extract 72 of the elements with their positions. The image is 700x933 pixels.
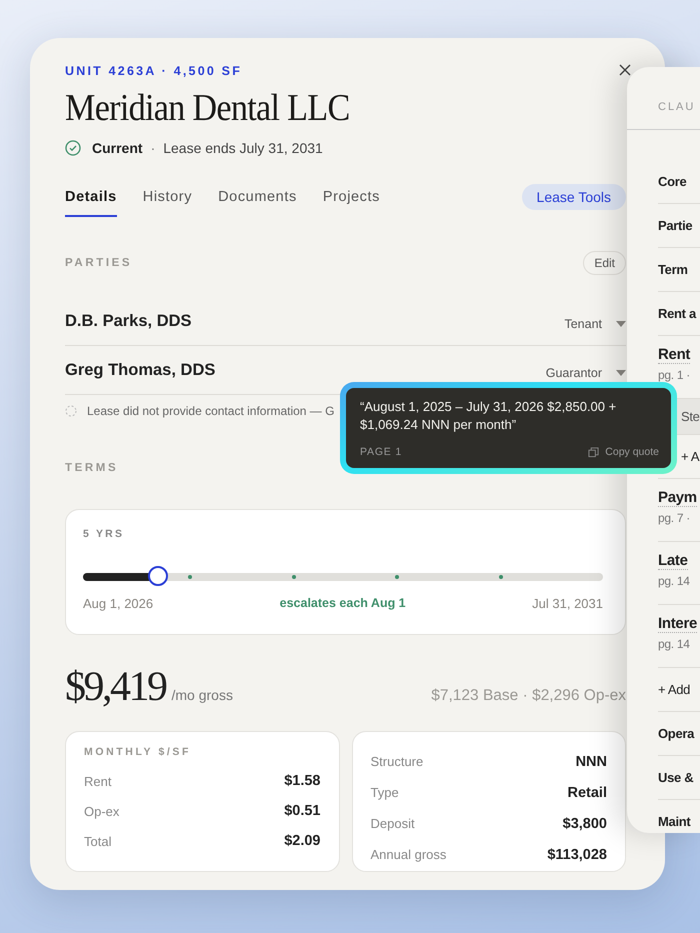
lease-tools-button[interactable]: Lease Tools (522, 184, 626, 210)
escalation-marker (499, 575, 504, 579)
copy-quote-button[interactable]: Copy quote (588, 446, 659, 458)
row-label: Type (370, 785, 399, 800)
row-value: $2.09 (284, 833, 320, 849)
escalation-text: escalates each Aug 1 (280, 596, 406, 611)
tab[interactable]: Projects (322, 181, 380, 217)
escalation-marker (395, 575, 400, 579)
unit-label: UNIT 4263A · 4,500 SF (65, 64, 242, 78)
row-label: Rent (84, 774, 112, 788)
page-reference: pg. 1 · (658, 368, 691, 382)
clause-item[interactable]: Partie (658, 204, 700, 248)
clause-item[interactable]: Term (658, 248, 700, 292)
clause-item[interactable]: Use & (658, 756, 700, 800)
row-label: Deposit (370, 816, 415, 831)
status-text: Current (92, 140, 143, 156)
close-icon[interactable] (619, 64, 631, 76)
rent-unit: /mo gross (172, 687, 233, 703)
copy-icon (588, 446, 600, 458)
page-reference: pg. 14 (658, 637, 691, 651)
card-heading: MONTHLY $/SF (84, 746, 192, 758)
clause-item[interactable]: Maint (658, 800, 700, 833)
role-dropdown[interactable]: Tenant (564, 311, 626, 331)
clause-item[interactable]: Core (658, 160, 700, 204)
rent-breakdown: $7,123 Base · $2,296 Op-ex (431, 687, 626, 705)
start-date: Aug 1, 2026 (83, 596, 154, 611)
row-label: Total (84, 834, 112, 848)
row-value: Retail (568, 784, 607, 800)
row-value: NNN (576, 754, 607, 770)
tenant-title: Meridian Dental LLC (65, 86, 351, 130)
row-value: $1.58 (284, 773, 320, 789)
caret-icon (616, 370, 626, 376)
caret-icon (616, 321, 626, 327)
clause-title[interactable]: Late (658, 552, 688, 570)
section-heading: TERMS (65, 462, 118, 474)
separator-dot: · (150, 140, 156, 156)
row-value: $113,028 (547, 846, 607, 862)
add-clause-link[interactable]: + Add (658, 668, 700, 712)
clause-item[interactable]: Rent a (658, 292, 700, 336)
party-name: Greg Thomas, DDS (65, 360, 216, 380)
party-name: D.B. Parks, DDS (65, 312, 192, 330)
escalation-marker (188, 575, 192, 579)
panel-heading: CLAU (627, 67, 700, 130)
section-heading: PARTIES (65, 257, 132, 269)
tab[interactable]: Documents (218, 181, 297, 217)
quote-text: “August 1, 2025 – July 31, 2026 $2,850.00 + $1,069.24 NNN per month” (360, 398, 618, 434)
dashed-circle-icon (65, 405, 77, 417)
rent-amount: $9,419 (65, 663, 166, 712)
end-date: Jul 31, 2031 (532, 596, 603, 611)
lease-end-text: Lease ends July 31, 2031 (163, 140, 323, 156)
clause-item[interactable]: Opera (658, 712, 700, 756)
clause-title[interactable]: Rent (658, 346, 690, 364)
page-label: PAGE 1 (360, 446, 402, 458)
duration-label: 5 YRS (83, 528, 126, 540)
row-value: $3,800 (562, 816, 607, 832)
note-text: Lease did not provide contact information — G (87, 404, 334, 418)
term-slider[interactable] (83, 566, 603, 588)
tab[interactable]: Details (65, 181, 117, 217)
clause-title[interactable]: Paym (658, 489, 697, 507)
role-dropdown[interactable]: Guarantor (546, 360, 626, 380)
page-reference: pg. 7 · (658, 511, 691, 525)
row-label: Annual gross (370, 847, 446, 862)
check-circle-icon (65, 140, 81, 156)
slider-thumb[interactable] (148, 566, 168, 586)
clause-title[interactable]: Intere (658, 615, 698, 633)
page-reference: pg. 14 (658, 574, 691, 588)
tab[interactable]: History (142, 181, 192, 217)
row-label: Structure (370, 754, 424, 769)
edit-button[interactable]: Edit (583, 251, 626, 275)
row-value: $0.51 (284, 803, 320, 819)
row-label: Op-ex (84, 804, 120, 818)
escalation-marker (292, 575, 296, 579)
